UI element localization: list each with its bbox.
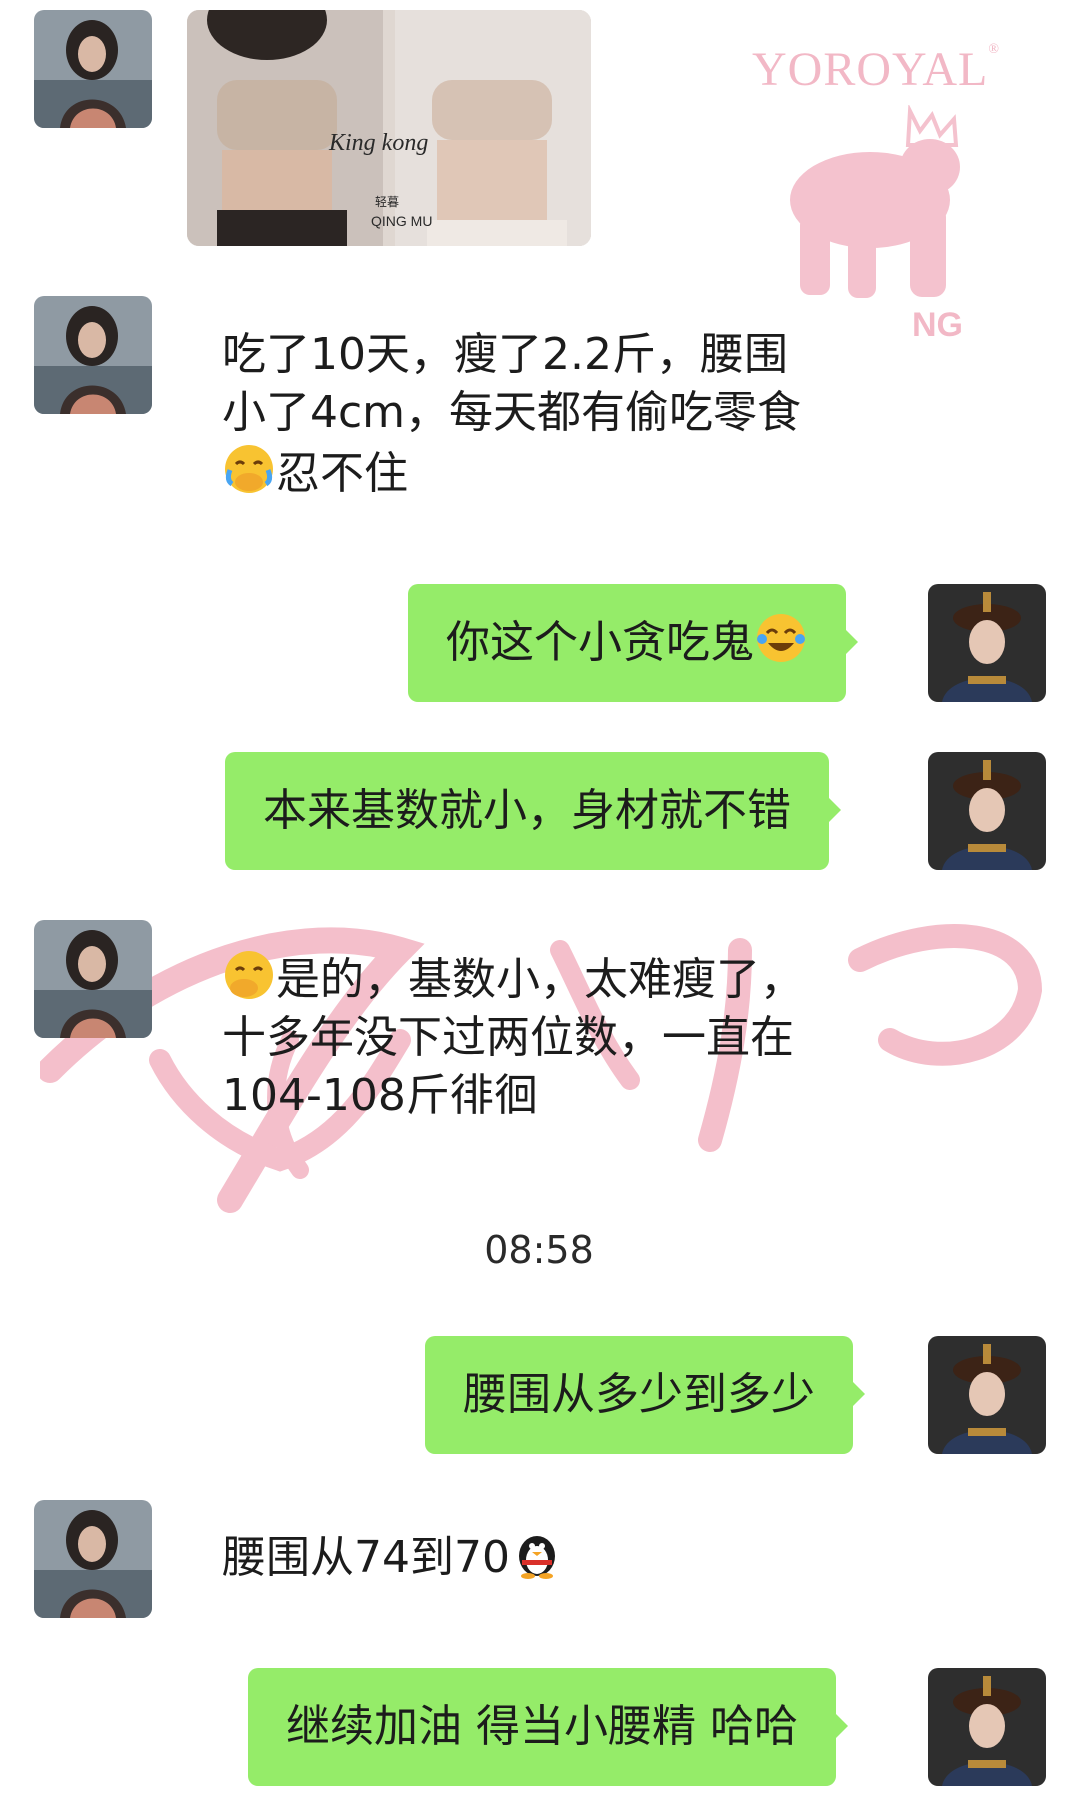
message-line-with-emoji: 忍不住: [222, 442, 801, 503]
photo-overlay-en: QING MU: [371, 213, 432, 229]
message-line: 十多年没下过两位数，一直在: [222, 1012, 794, 1063]
chat-timestamp: 08:58: [484, 1228, 594, 1272]
woman-avatar-icon: [34, 1500, 152, 1618]
watermark-brand: YOROYAL®: [752, 42, 1000, 96]
gorilla-watermark-icon: [790, 105, 960, 298]
watermark-fragment: NG: [912, 306, 963, 344]
photo-overlay-brand: King kong: [328, 130, 428, 156]
my-avatar[interactable]: [928, 1668, 1046, 1786]
message-incoming[interactable]: 是的，基数小，太难瘦了， 十多年没下过两位数，一直在 104-108斤徘徊: [222, 948, 804, 1125]
contact-avatar[interactable]: [34, 1500, 152, 1618]
message-line: 小了4cm，每天都有偷吃零食: [222, 387, 802, 438]
message-outgoing[interactable]: 本来基数就小，身材就不错: [225, 752, 841, 870]
contact-avatar[interactable]: [34, 920, 152, 1038]
woman-avatar-icon: [34, 920, 152, 1038]
my-avatar[interactable]: [928, 1336, 1046, 1454]
tears-of-joy-emoji-icon: [754, 611, 808, 665]
message-line: 吃了10天，瘦了2.2斤，腰围: [222, 329, 788, 380]
message-incoming[interactable]: 腰围从74到70: [222, 1526, 564, 1587]
contact-avatar[interactable]: [34, 296, 152, 414]
woman-avatar-icon: [34, 10, 152, 128]
message-line: 104-108斤徘徊: [222, 1070, 538, 1121]
queen-avatar-icon: [928, 1336, 1046, 1454]
message-line-with-emoji: 腰围从74到70: [222, 1526, 564, 1587]
queen-avatar-icon: [928, 584, 1046, 702]
queen-avatar-icon: [928, 1668, 1046, 1786]
queen-avatar-icon: [928, 752, 1046, 870]
hand-over-mouth-tears-emoji-icon: [222, 442, 276, 496]
hand-over-mouth-emoji-icon: [222, 948, 276, 1002]
my-avatar[interactable]: [928, 584, 1046, 702]
message-outgoing[interactable]: 腰围从多少到多少: [425, 1336, 865, 1454]
woman-avatar-icon: [34, 296, 152, 414]
message-incoming[interactable]: 吃了10天，瘦了2.2斤，腰围 小了4cm，每天都有偷吃零食 忍不住: [222, 326, 801, 503]
message-line-with-emoji: 是的，基数小，太难瘦了，: [222, 948, 804, 1009]
penguin-emoji-icon: [510, 1526, 564, 1580]
message-outgoing[interactable]: 你这个小贪吃鬼: [408, 584, 858, 702]
before-after-photo-icon: King kong 轻暮 QING MU: [187, 10, 591, 246]
shared-photo[interactable]: King kong 轻暮 QING MU: [187, 10, 591, 246]
my-avatar[interactable]: [928, 752, 1046, 870]
message-outgoing[interactable]: 继续加油 得当小腰精 哈哈: [248, 1668, 848, 1786]
contact-avatar[interactable]: [34, 10, 152, 128]
photo-overlay-cn: 轻暮: [375, 195, 399, 209]
